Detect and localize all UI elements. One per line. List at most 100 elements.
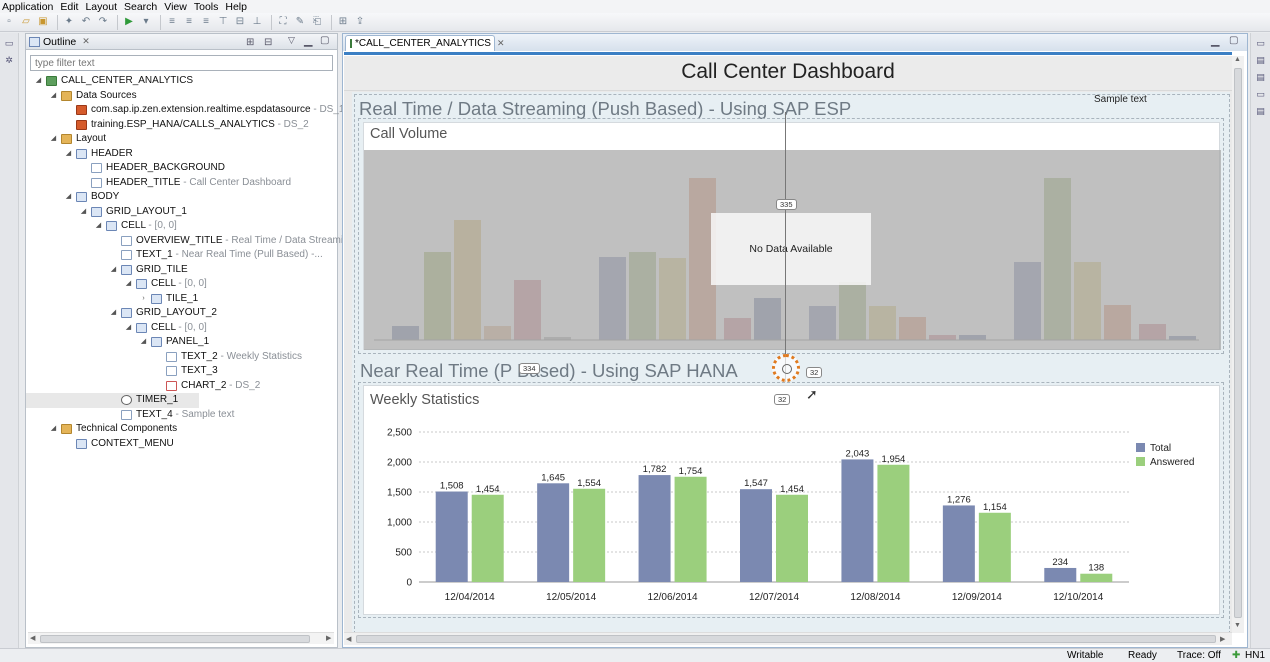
properties-icon[interactable]: ▤ (1255, 106, 1267, 118)
editor-horizontal-scrollbar[interactable]: ◀ ▶ (344, 632, 1232, 645)
expand-toggle-icon[interactable]: ◢ (124, 277, 133, 291)
align-bottom-icon[interactable]: ⊥ (250, 15, 264, 29)
minimize-icon[interactable]: ▁ (1211, 34, 1219, 47)
align-middle-icon[interactable]: ⊟ (233, 15, 247, 29)
deploy-icon[interactable]: ✦ (62, 15, 76, 29)
redo-icon[interactable]: ↷ (96, 15, 110, 29)
outline-tab-label[interactable]: Outline (43, 36, 76, 48)
collapse-all-icon[interactable]: ⊞ (246, 37, 254, 48)
tree-item[interactable]: ◢ CELL - [0, 0] (26, 219, 337, 234)
scroll-left-icon[interactable]: ◀ (346, 635, 351, 643)
tree-item[interactable]: TEXT_2 - Weekly Statistics (26, 350, 337, 365)
tree-item[interactable]: TEXT_4 - Sample text (26, 408, 337, 423)
tree-item[interactable]: com.sap.ip.zen.extension.realtime.espdat… (26, 103, 344, 118)
menu-help[interactable]: Help (225, 1, 247, 13)
expand-toggle-icon[interactable]: ◢ (34, 74, 43, 88)
scroll-right-icon[interactable]: ▶ (326, 634, 331, 642)
tree-item[interactable]: › TILE_1 (26, 292, 337, 307)
sample-text[interactable]: Sample text (1094, 94, 1147, 105)
run-menu-icon[interactable]: ▾ (139, 15, 153, 29)
maximize-icon[interactable]: ▢ (320, 35, 329, 46)
scroll-left-icon[interactable]: ◀ (30, 634, 35, 642)
tree-item[interactable]: ◢ CALL_CENTER_ANALYTICS (26, 74, 337, 89)
settings-icon[interactable]: ✲ (3, 55, 15, 67)
tree-item[interactable]: ◢ HEADER (26, 147, 337, 162)
scroll-thumb[interactable] (40, 635, 310, 643)
tree-item[interactable]: ◢ CELL - [0, 0] (26, 277, 337, 292)
tree-item[interactable]: CHART_2 - DS_2 (26, 379, 337, 394)
script-icon[interactable]: ⎗ (310, 15, 324, 29)
expand-all-icon[interactable]: ⊟ (264, 37, 272, 48)
close-icon[interactable]: ✕ (82, 36, 90, 47)
expand-toggle-icon[interactable]: ◢ (79, 205, 88, 219)
fit-icon[interactable]: ⛶ (276, 15, 290, 29)
header-background[interactable]: Call Center Dashboard (344, 56, 1232, 91)
close-icon[interactable]: ✕ (497, 38, 505, 49)
menu-application[interactable]: Application (2, 1, 53, 13)
menu-tools[interactable]: Tools (194, 1, 219, 13)
tree-item[interactable]: ◢ PANEL_1 (26, 335, 337, 350)
save-icon[interactable]: ▣ (36, 15, 50, 29)
open-icon[interactable]: ▱ (19, 15, 33, 29)
overview-title[interactable]: Real Time / Data Streaming (Push Based) … (359, 98, 851, 120)
expand-toggle-icon[interactable]: ◢ (109, 263, 118, 277)
menu-search[interactable]: Search (124, 1, 157, 13)
align-left-icon[interactable]: ≡ (165, 15, 179, 29)
tree-item[interactable]: TEXT_3 (26, 364, 337, 379)
tree-item[interactable]: training.ESP_HANA/CALLS_ANALYTICS - DS_2 (26, 118, 337, 133)
editor-vertical-scrollbar[interactable]: ▲ ▼ (1232, 56, 1244, 633)
expand-toggle-icon[interactable]: ◢ (49, 132, 58, 146)
restore-icon[interactable]: ▭ (3, 38, 15, 50)
minimize-icon[interactable]: ▁ (304, 34, 312, 47)
menu-layout[interactable]: Layout (85, 1, 117, 13)
tree-item[interactable]: TIMER_1 (26, 393, 199, 408)
dashboard-canvas[interactable]: Call Center Dashboard Real Time / Data S… (344, 56, 1232, 633)
run-icon[interactable]: ▶ (122, 15, 136, 29)
scroll-right-icon[interactable]: ▶ (1220, 635, 1225, 643)
menu-view[interactable]: View (164, 1, 187, 13)
weekly-statistics-panel[interactable]: Weekly Statistics 0 500 1,000 1,500 2,000 2,5… (363, 385, 1220, 615)
tree-item[interactable]: ◢ GRID_LAYOUT_1 (26, 205, 337, 220)
expand-toggle-icon[interactable]: ◢ (109, 306, 118, 320)
align-top-icon[interactable]: ⊤ (216, 15, 230, 29)
tree-item[interactable]: CONTEXT_MENU (26, 437, 337, 452)
weekly-statistics-chart[interactable]: 0 500 1,000 1,500 2,000 2,500 1,508 1,454 12/04/… (364, 416, 1221, 616)
tree-item[interactable]: ◢ BODY (26, 190, 337, 205)
pin-icon[interactable]: ✎ (293, 15, 307, 29)
near-real-time-title[interactable]: Near Real Time (P Based) - Using SAP HAN… (360, 360, 738, 382)
tree-item[interactable]: ◢ Data Sources (26, 89, 337, 104)
tree-item[interactable]: HEADER_BACKGROUND (26, 161, 337, 176)
tree-item[interactable]: ◢ Technical Components (26, 422, 337, 437)
scroll-thumb[interactable] (356, 635, 1216, 643)
export-icon[interactable]: ⇪ (353, 15, 367, 29)
layout-icon[interactable]: ⊞ (336, 15, 350, 29)
restore-icon[interactable]: ▭ (1255, 38, 1267, 50)
maximize-icon[interactable]: ▢ (1229, 35, 1238, 46)
expand-toggle-icon[interactable]: ◢ (49, 422, 58, 436)
expand-toggle-icon[interactable]: › (139, 292, 148, 306)
tree-item[interactable]: TEXT_1 - Near Real Time (Pull Based) -..… (26, 248, 337, 263)
timer-component[interactable] (772, 354, 800, 382)
tree-item[interactable]: HEADER_TITLE - Call Center Dashboard (26, 176, 337, 191)
view-menu-icon[interactable]: ▽ (288, 35, 295, 46)
filter-input[interactable] (30, 55, 333, 71)
restore-icon[interactable]: ▭ (1255, 89, 1267, 101)
header-title[interactable]: Call Center Dashboard (344, 60, 1232, 84)
expand-toggle-icon[interactable]: ◢ (64, 190, 73, 204)
tree-item[interactable]: ◢ CELL - [0, 0] (26, 321, 337, 336)
scroll-up-icon[interactable]: ▲ (1234, 56, 1241, 63)
editor-tab[interactable]: *CALL_CENTER_ANALYTICS ✕ (345, 35, 505, 51)
expand-toggle-icon[interactable]: ◢ (49, 89, 58, 103)
tree-item[interactable]: ◢ GRID_TILE (26, 263, 337, 278)
scroll-down-icon[interactable]: ▼ (1234, 622, 1241, 629)
call-volume-tile[interactable]: Call Volume No Data Available (363, 122, 1221, 350)
tree-item[interactable]: OVERVIEW_TITLE - Real Time / Data Stream… (26, 234, 360, 249)
menu-edit[interactable]: Edit (60, 1, 78, 13)
properties-icon[interactable]: ▤ (1255, 55, 1267, 67)
properties-icon[interactable]: ▤ (1255, 72, 1267, 84)
align-center-icon[interactable]: ≡ (182, 15, 196, 29)
align-right-icon[interactable]: ≡ (199, 15, 213, 29)
new-icon[interactable]: ▫ (2, 15, 16, 29)
expand-toggle-icon[interactable]: ◢ (139, 335, 148, 349)
undo-icon[interactable]: ↶ (79, 15, 93, 29)
